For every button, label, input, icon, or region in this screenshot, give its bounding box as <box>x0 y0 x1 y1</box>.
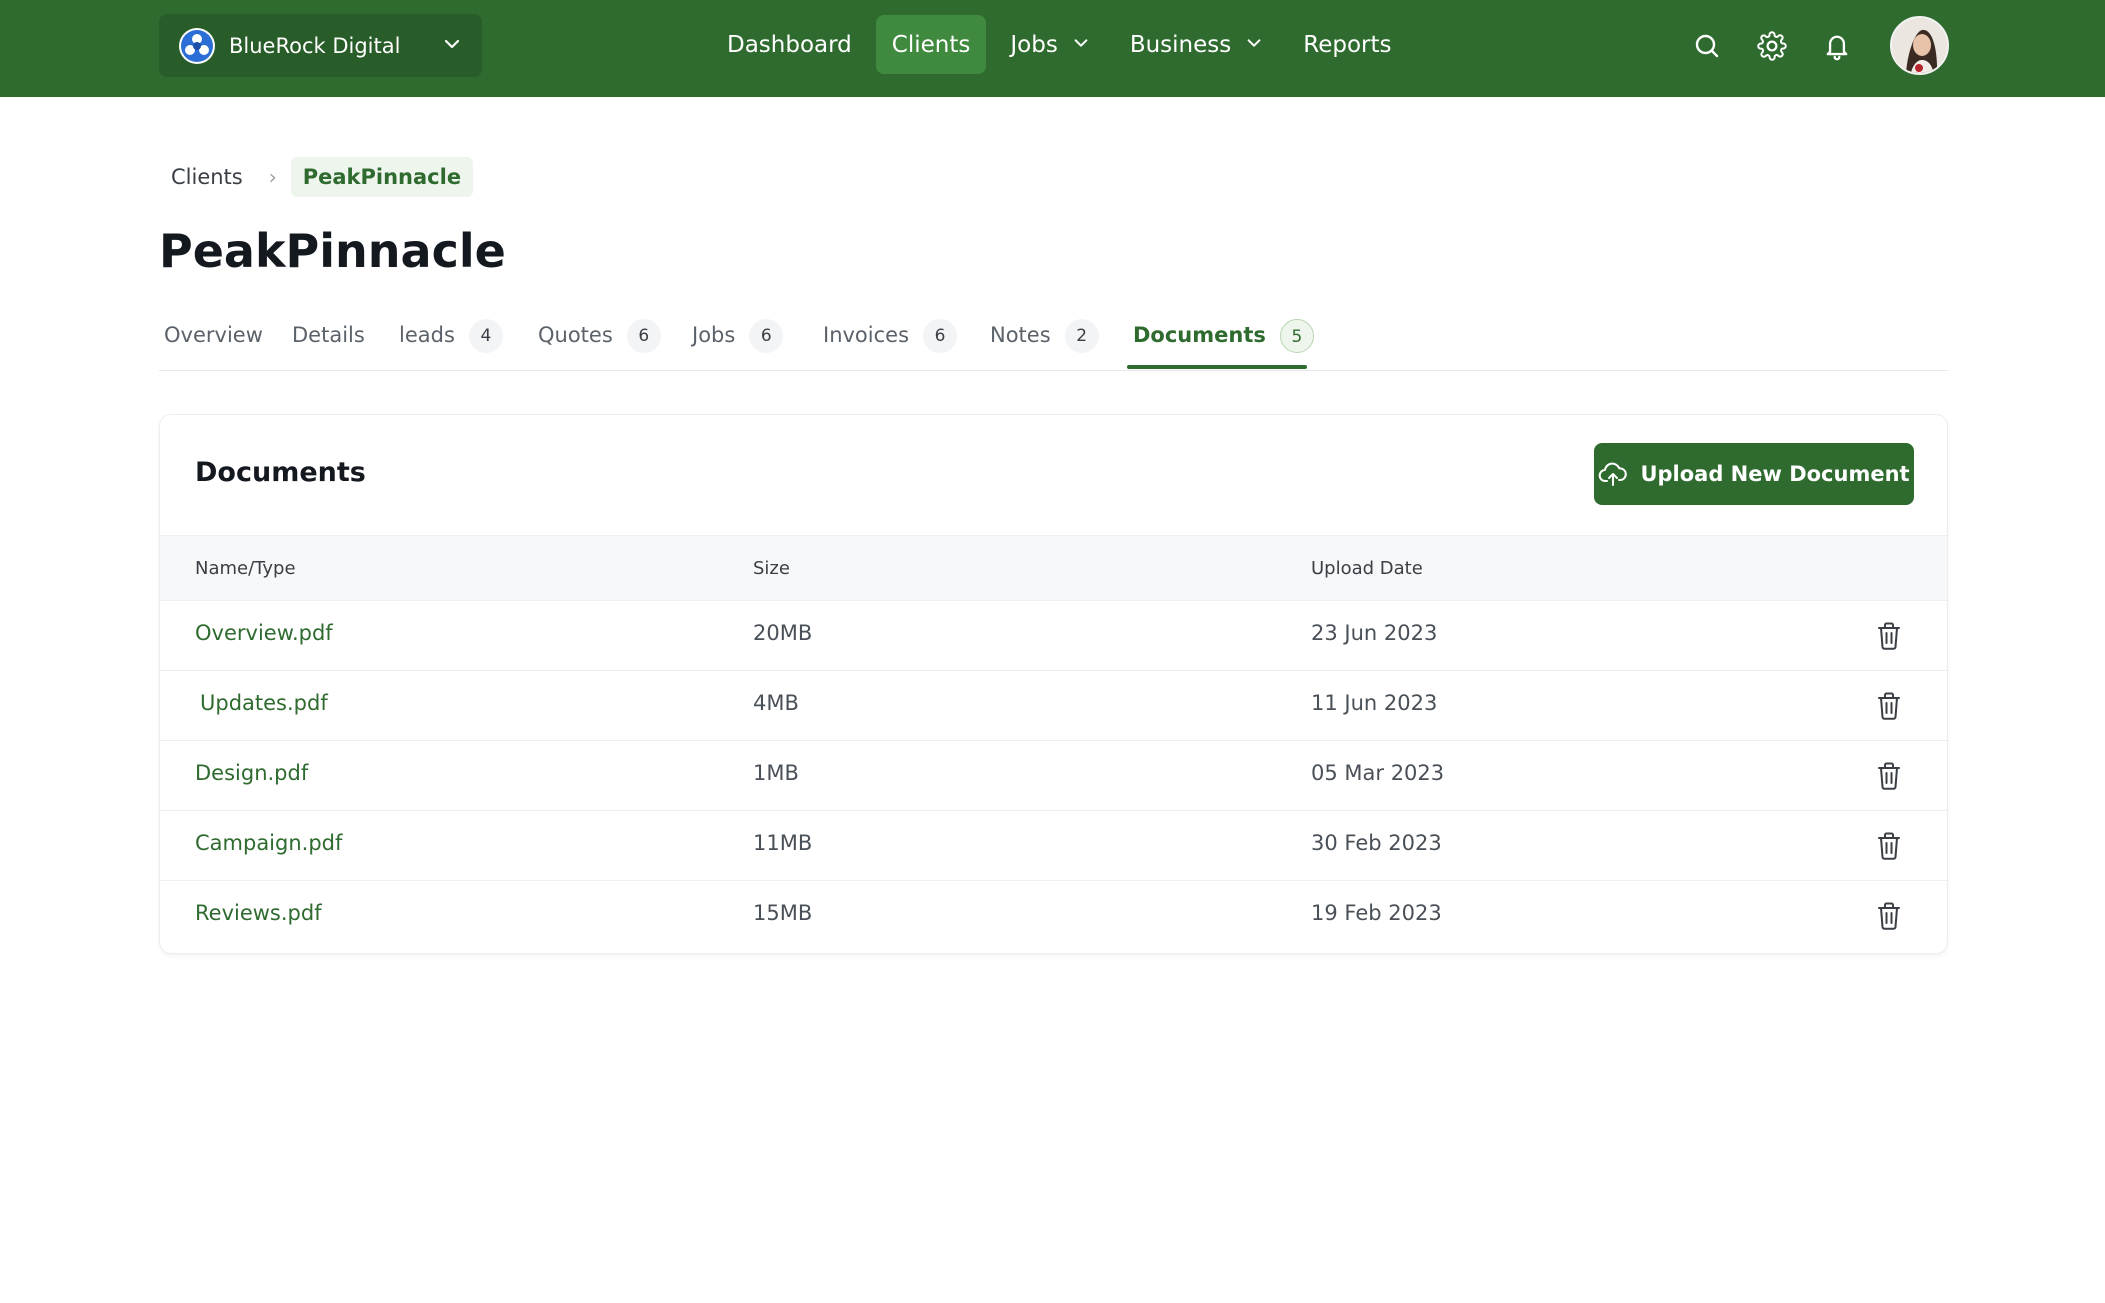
search-icon[interactable] <box>1687 23 1727 68</box>
nav-reports[interactable]: Reports <box>1287 15 1407 74</box>
chevron-down-icon <box>1072 32 1090 58</box>
tab-invoices[interactable]: Invoices 6 <box>823 310 958 371</box>
breadcrumb-clients[interactable]: Clients <box>159 165 255 189</box>
nav-dashboard-label: Dashboard <box>727 31 852 58</box>
nav-business[interactable]: Business <box>1114 15 1279 74</box>
document-link[interactable]: Reviews.pdf <box>195 901 322 925</box>
breadcrumb-separator: › <box>268 165 277 189</box>
trash-icon[interactable] <box>1872 897 1906 935</box>
tab-count-badge: 5 <box>1279 319 1314 353</box>
org-switcher[interactable]: BlueRock Digital <box>159 14 482 77</box>
document-size: 1MB <box>753 761 799 785</box>
table-row: Design.pdf 1MB 05 Mar 2023 <box>160 741 1947 811</box>
chevron-down-icon <box>442 34 462 58</box>
column-header-size[interactable]: Size <box>753 558 790 579</box>
trash-icon[interactable] <box>1872 757 1906 795</box>
tab-details[interactable]: Details <box>292 310 365 371</box>
document-date: 23 Jun 2023 <box>1311 621 1438 645</box>
trash-icon[interactable] <box>1872 687 1906 725</box>
tab-count-badge: 6 <box>626 319 661 353</box>
document-date: 05 Mar 2023 <box>1311 761 1445 785</box>
tab-label: leads <box>399 323 455 347</box>
tab-quotes[interactable]: Quotes 6 <box>538 310 661 371</box>
breadcrumb: Clients › PeakPinnacle <box>159 155 474 199</box>
tab-count-badge: 4 <box>468 319 503 353</box>
tab-label: Documents <box>1133 323 1266 347</box>
active-tab-indicator <box>1127 365 1307 369</box>
document-size: 15MB <box>753 901 813 925</box>
tab-label: Jobs <box>692 323 736 347</box>
document-size: 20MB <box>753 621 813 645</box>
top-navbar: BlueRock Digital Dashboard Clients Jobs … <box>0 0 2105 97</box>
tab-label: Quotes <box>538 323 613 347</box>
tab-count-badge: 6 <box>749 319 784 353</box>
table-row: Campaign.pdf 11MB 30 Feb 2023 <box>160 811 1947 881</box>
trash-icon[interactable] <box>1872 827 1906 865</box>
tab-label: Notes <box>990 323 1051 347</box>
gear-icon[interactable] <box>1752 23 1792 68</box>
table-row: Reviews.pdf 15MB 19 Feb 2023 <box>160 881 1947 951</box>
document-link[interactable]: Campaign.pdf <box>195 831 342 855</box>
org-name: BlueRock Digital <box>229 33 401 58</box>
breadcrumb-current[interactable]: PeakPinnacle <box>290 157 474 197</box>
chevron-down-icon <box>1245 32 1263 58</box>
tab-count-badge: 2 <box>1064 319 1099 353</box>
document-date: 11 Jun 2023 <box>1311 691 1438 715</box>
table-row: Overview.pdf 20MB 23 Jun 2023 <box>160 601 1947 671</box>
tab-notes[interactable]: Notes 2 <box>990 310 1099 371</box>
document-date: 30 Feb 2023 <box>1311 831 1442 855</box>
table-row: Updates.pdf 4MB 11 Jun 2023 <box>160 671 1947 741</box>
nav-jobs-label: Jobs <box>1010 31 1058 58</box>
column-header-name[interactable]: Name/Type <box>195 558 296 579</box>
upload-document-button[interactable]: Upload New Document <box>1594 443 1914 505</box>
avatar[interactable] <box>1890 16 1949 75</box>
nav-jobs[interactable]: Jobs <box>994 15 1105 74</box>
document-date: 19 Feb 2023 <box>1311 901 1442 925</box>
document-link[interactable]: Updates.pdf <box>200 691 328 715</box>
nav-business-label: Business <box>1129 31 1232 58</box>
table-header: Name/Type Size Upload Date <box>160 535 1947 601</box>
org-logo-icon <box>179 27 215 64</box>
tab-overview[interactable]: Overview <box>164 310 263 371</box>
nav-clients-label: Clients <box>891 31 971 58</box>
nav-clients[interactable]: Clients <box>875 15 987 74</box>
upload-button-label: Upload New Document <box>1640 462 1910 486</box>
document-size: 4MB <box>753 691 799 715</box>
tab-label: Invoices <box>823 323 910 347</box>
tab-leads[interactable]: leads 4 <box>399 310 503 371</box>
documents-card: Documents Upload New Document Name/Type … <box>159 414 1948 954</box>
client-tabs: Overview Details leads 4 Quotes 6 Jobs 6 In… <box>159 310 1948 371</box>
document-link[interactable]: Design.pdf <box>195 761 308 785</box>
tab-documents[interactable]: Documents 5 <box>1133 310 1314 371</box>
bell-icon[interactable] <box>1817 23 1857 68</box>
tab-jobs[interactable]: Jobs 6 <box>692 310 784 371</box>
column-header-date[interactable]: Upload Date <box>1311 558 1423 579</box>
tab-count-badge: 6 <box>923 319 958 353</box>
trash-icon[interactable] <box>1872 617 1906 655</box>
document-link[interactable]: Overview.pdf <box>195 621 333 645</box>
cloud-upload-icon <box>1598 461 1628 487</box>
tab-label: Details <box>292 323 365 347</box>
nav-dashboard[interactable]: Dashboard <box>711 15 868 74</box>
card-title: Documents <box>195 457 366 488</box>
document-size: 11MB <box>753 831 813 855</box>
main-nav: Dashboard Clients Jobs Business Reports <box>711 15 1415 74</box>
tab-label: Overview <box>164 323 263 347</box>
nav-reports-label: Reports <box>1303 31 1392 58</box>
page-title: PeakPinnacle <box>159 224 506 278</box>
